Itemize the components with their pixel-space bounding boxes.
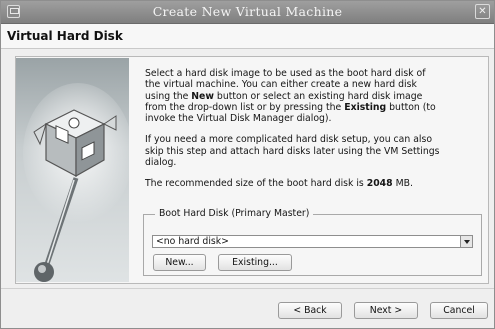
dialog-window: Create New Virtual Machine ✕ Virtual Har…	[0, 0, 495, 329]
instructions-paragraph-2: If you need a more complicated hard disk…	[145, 134, 485, 168]
button-bar	[1, 288, 494, 329]
title-bar: Create New Virtual Machine ✕	[1, 1, 494, 24]
wizard-image	[16, 58, 129, 282]
text-line: button or select an existing hard disk i…	[213, 90, 423, 102]
recommended-size-unit: MB.	[392, 178, 413, 190]
page-title: Virtual Hard Disk	[7, 29, 123, 43]
text-line: using the	[145, 90, 192, 102]
instructions-paragraph-1: Select a hard disk image to be used as t…	[145, 68, 485, 124]
text-line: If you need a more complicated hard disk…	[145, 134, 433, 146]
text-line: skip this step and attach hard disks lat…	[145, 145, 440, 157]
page-header: Virtual Hard Disk	[1, 24, 494, 49]
boot-hard-disk-legend: Boot Hard Disk (Primary Master)	[155, 208, 314, 219]
recommended-size-text: The recommended size of the boot hard di…	[145, 178, 485, 189]
text-line: the virtual machine. You can either crea…	[145, 79, 417, 91]
text-line: dialog.	[145, 157, 177, 169]
text-line: button (to	[386, 101, 436, 113]
virtualbox-cube-icon	[23, 83, 129, 282]
close-icon[interactable]: ✕	[475, 4, 490, 19]
window-title: Create New Virtual Machine	[152, 4, 343, 19]
back-button[interactable]: < Back	[278, 302, 342, 319]
recommended-size-value: 2048	[366, 178, 393, 190]
chevron-down-icon[interactable]	[460, 236, 472, 247]
text-line: invoke the Virtual Disk Manager dialog).	[145, 113, 332, 125]
text-line: Select a hard disk image to be used as t…	[145, 68, 426, 79]
hard-disk-select[interactable]: <no hard disk>	[152, 235, 473, 248]
new-keyword: New	[191, 90, 214, 102]
cancel-button[interactable]: Cancel	[430, 302, 488, 319]
new-button[interactable]: New...	[153, 254, 206, 271]
next-button[interactable]: Next >	[354, 302, 418, 319]
existing-button[interactable]: Existing...	[218, 254, 292, 271]
text-line: The recommended size of the boot hard di…	[145, 178, 367, 190]
text-line: from the drop-down list or by pressing t…	[145, 101, 345, 113]
hard-disk-select-value: <no hard disk>	[156, 236, 229, 247]
existing-keyword: Existing	[344, 101, 387, 113]
instructions-text: Select a hard disk image to be used as t…	[145, 68, 485, 200]
